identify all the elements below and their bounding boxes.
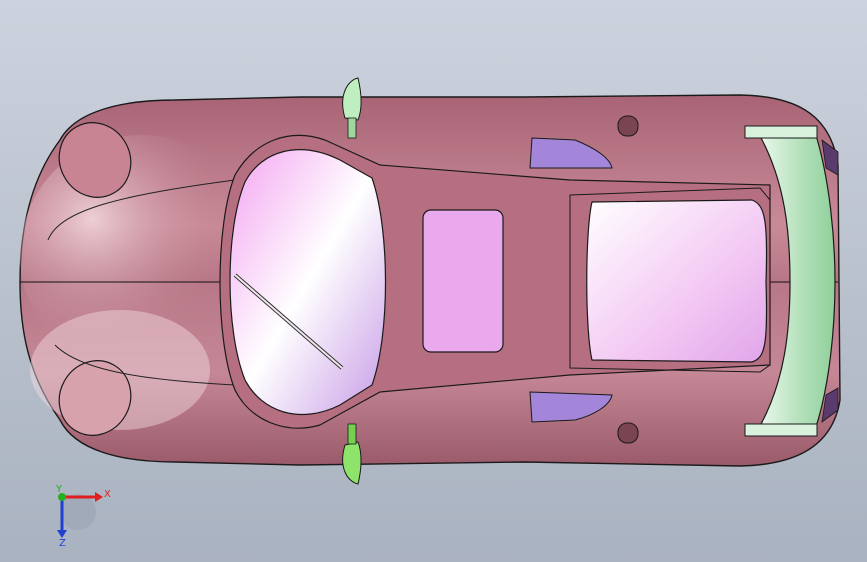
coordinate-triad: X Y Z bbox=[55, 484, 111, 549]
mirror-top[interactable] bbox=[342, 77, 362, 121]
z-axis-label: Z bbox=[59, 538, 66, 549]
mirror-bottom[interactable] bbox=[342, 441, 362, 485]
roof-panel[interactable] bbox=[422, 209, 504, 353]
3d-viewport[interactable]: X Y Z bbox=[0, 0, 867, 562]
rear-window[interactable] bbox=[586, 199, 768, 363]
mirror-stalk-top bbox=[347, 117, 357, 139]
windshield[interactable] bbox=[229, 149, 387, 416]
vent-top bbox=[617, 115, 639, 137]
wing-endplate-bottom bbox=[744, 423, 818, 437]
mirror-stalk-bottom bbox=[347, 423, 357, 445]
wing-endplate-top bbox=[744, 125, 818, 139]
vent-bottom bbox=[617, 422, 639, 444]
x-axis-label: X bbox=[104, 489, 111, 500]
y-axis-label: Y bbox=[55, 484, 63, 495]
